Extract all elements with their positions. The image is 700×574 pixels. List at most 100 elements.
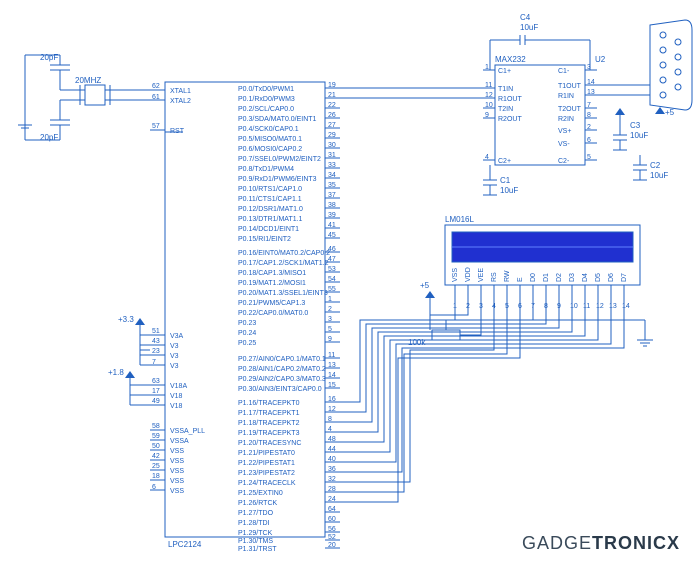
svg-text:XTAL1: XTAL1 (170, 88, 191, 95)
svg-text:51: 51 (152, 328, 160, 335)
svg-text:20pF: 20pF (40, 53, 58, 62)
svg-text:VSS: VSS (170, 488, 184, 495)
svg-text:P0.20/MAT1.3/SSEL1/EINT3: P0.20/MAT1.3/SSEL1/EINT3 (238, 290, 328, 297)
svg-text:+5: +5 (420, 281, 430, 290)
svg-text:3: 3 (328, 316, 332, 323)
svg-text:61: 61 (152, 94, 160, 101)
svg-text:10uF: 10uF (520, 23, 538, 32)
svg-text:10: 10 (570, 303, 578, 310)
svg-text:43: 43 (152, 338, 160, 345)
svg-text:T1IN: T1IN (498, 86, 513, 93)
svg-text:P0.17/CAP1.2/SCK1/MAT1.2: P0.17/CAP1.2/SCK1/MAT1.2 (238, 260, 329, 267)
svg-text:P0.5/MISO0/MAT0.1: P0.5/MISO0/MAT0.1 (238, 136, 302, 143)
svg-text:13: 13 (587, 89, 595, 96)
svg-text:C2: C2 (650, 161, 661, 170)
svg-text:4: 4 (328, 426, 332, 433)
svg-text:P1.30/TMS: P1.30/TMS (238, 538, 273, 545)
svg-text:35: 35 (328, 182, 336, 189)
svg-text:R1OUT: R1OUT (498, 96, 522, 103)
cap-c1: C1 10uF (483, 165, 518, 195)
svg-text:50: 50 (152, 443, 160, 450)
svg-text:12: 12 (596, 303, 604, 310)
svg-text:11: 11 (583, 303, 590, 310)
svg-text:P1.24/TRACECLK: P1.24/TRACECLK (238, 480, 296, 487)
svg-text:P0.10/RTS1/CAP1.0: P0.10/RTS1/CAP1.0 (238, 186, 302, 193)
svg-text:P1.20/TRACESYNC: P1.20/TRACESYNC (238, 440, 301, 447)
svg-text:15: 15 (328, 382, 336, 389)
svg-text:57: 57 (152, 123, 160, 130)
svg-text:14: 14 (587, 79, 595, 86)
svg-text:D3: D3 (569, 273, 576, 282)
svg-text:P0.19/MAT1.2/MOSI1: P0.19/MAT1.2/MOSI1 (238, 280, 306, 287)
svg-text:D0: D0 (530, 273, 537, 282)
svg-text:12: 12 (328, 406, 336, 413)
svg-text:P0.12/DSR1/MAT1.0: P0.12/DSR1/MAT1.0 (238, 206, 303, 213)
svg-text:56: 56 (328, 526, 336, 533)
svg-text:P0.14/DCD1/EINT1: P0.14/DCD1/EINT1 (238, 226, 299, 233)
svg-text:60: 60 (328, 516, 336, 523)
svg-text:54: 54 (328, 276, 336, 283)
svg-text:7: 7 (587, 102, 591, 109)
svg-text:P0.18/CAP1.3/MISO1: P0.18/CAP1.3/MISO1 (238, 270, 306, 277)
svg-text:31: 31 (328, 152, 336, 159)
svg-text:P0.7/SSEL0/PWM2/EINT2: P0.7/SSEL0/PWM2/EINT2 (238, 156, 321, 163)
svg-text:41: 41 (328, 222, 336, 229)
svg-text:27: 27 (328, 122, 336, 129)
svg-text:49: 49 (152, 398, 160, 405)
svg-text:+1.8: +1.8 (108, 368, 124, 377)
svg-text:28: 28 (328, 486, 336, 493)
svg-text:P1.29/TCK: P1.29/TCK (238, 530, 273, 537)
svg-text:5: 5 (328, 326, 332, 333)
svg-text:20: 20 (328, 542, 336, 549)
svg-text:C2-: C2- (558, 158, 570, 165)
svg-text:24: 24 (328, 496, 336, 503)
svg-text:D2: D2 (556, 273, 563, 282)
db9-connector (650, 20, 692, 110)
svg-text:9: 9 (485, 112, 489, 119)
svg-text:17: 17 (152, 388, 160, 395)
svg-text:P0.15/RI1/EINT2: P0.15/RI1/EINT2 (238, 236, 291, 243)
svg-text:RW: RW (504, 270, 511, 282)
svg-text:10: 10 (485, 102, 493, 109)
svg-text:P0.24: P0.24 (238, 330, 256, 337)
svg-text:25: 25 (152, 463, 160, 470)
svg-text:29: 29 (328, 132, 336, 139)
svg-text:C3: C3 (630, 121, 641, 130)
svg-text:V3: V3 (170, 363, 179, 370)
svg-text:6: 6 (152, 484, 156, 491)
max232-chip (495, 65, 585, 165)
svg-text:VS-: VS- (558, 141, 570, 148)
svg-text:58: 58 (152, 423, 160, 430)
crystal-oscillator: 20pF 20pF 20MHZ (18, 53, 150, 142)
svg-text:37: 37 (328, 192, 336, 199)
svg-text:P0.16/EINT0/MAT0.2/CAP0.2: P0.16/EINT0/MAT0.2/CAP0.2 (238, 250, 330, 257)
supply-1v8: +1.8 (108, 368, 150, 405)
svg-text:D6: D6 (608, 273, 615, 282)
svg-text:P0.13/DTR1/MAT1.1: P0.13/DTR1/MAT1.1 (238, 216, 303, 223)
svg-text:P1.17/TRACEPKT1: P1.17/TRACEPKT1 (238, 410, 300, 417)
svg-text:14: 14 (622, 303, 630, 310)
svg-text:20pF: 20pF (40, 133, 58, 142)
svg-text:C1: C1 (500, 176, 511, 185)
svg-text:VSSA_PLL: VSSA_PLL (170, 428, 205, 435)
svg-text:2: 2 (328, 306, 332, 313)
svg-text:P0.6/MOSI0/CAP0.2: P0.6/MOSI0/CAP0.2 (238, 146, 302, 153)
svg-text:4: 4 (485, 154, 489, 161)
svg-text:P1.19/TRACEPKT3: P1.19/TRACEPKT3 (238, 430, 300, 437)
svg-text:6: 6 (587, 137, 591, 144)
svg-text:C1-: C1- (558, 68, 570, 75)
svg-text:+5: +5 (665, 108, 675, 117)
svg-text:VEE: VEE (478, 268, 485, 282)
svg-text:VS+: VS+ (558, 128, 571, 135)
svg-text:36: 36 (328, 466, 336, 473)
max232-label: MAX232 (495, 55, 526, 64)
svg-text:P1.21/PIPESTAT0: P1.21/PIPESTAT0 (238, 450, 295, 457)
svg-text:P1.16/TRACEPKT0: P1.16/TRACEPKT0 (238, 400, 300, 407)
svg-text:48: 48 (328, 436, 336, 443)
lcd-ground (637, 320, 653, 346)
svg-text:P1.26/RTCK: P1.26/RTCK (238, 500, 277, 507)
svg-text:P1.23/PIPESTAT2: P1.23/PIPESTAT2 (238, 470, 295, 477)
svg-text:59: 59 (152, 433, 160, 440)
svg-text:11: 11 (485, 82, 492, 89)
svg-text:P1.27/TDO: P1.27/TDO (238, 510, 274, 517)
